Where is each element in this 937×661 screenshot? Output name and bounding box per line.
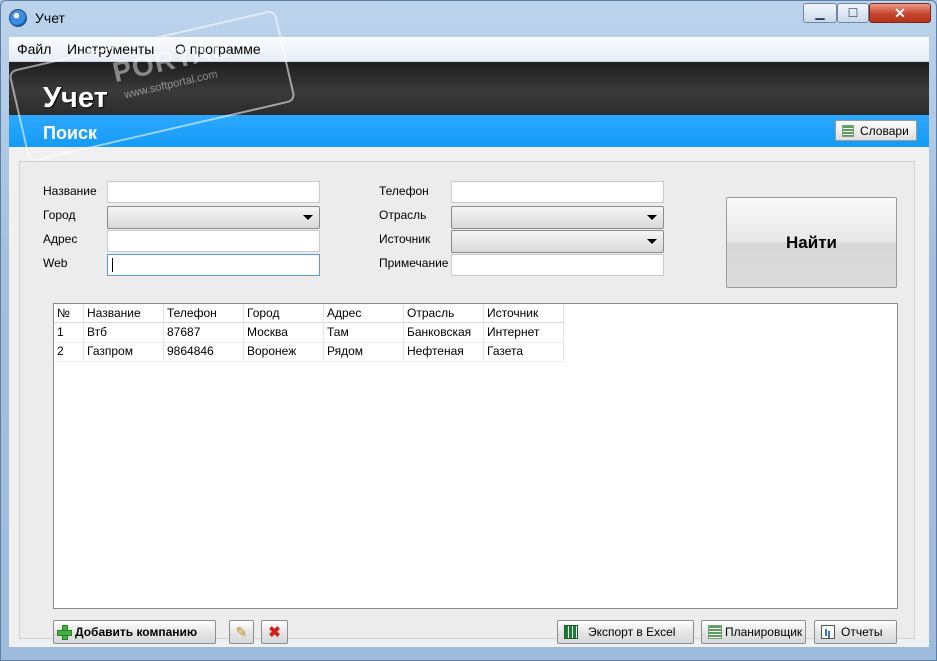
find-button[interactable]: Найти [726, 197, 897, 288]
section-title: Поиск [43, 123, 98, 143]
table-cell: Рядом [324, 342, 404, 360]
table-cell: Газпром [84, 342, 164, 360]
table-cell: Втб [84, 323, 164, 341]
column-header[interactable]: Название [84, 304, 164, 322]
address-label: Адрес [43, 232, 78, 246]
chevron-down-icon [303, 215, 313, 220]
address-input[interactable] [107, 230, 320, 252]
column-header[interactable]: Город [244, 304, 324, 322]
window-title: Учет [35, 10, 65, 26]
dictionaries-button[interactable]: Словари [835, 120, 917, 141]
menu-bar: Файл Инструменты О программе [9, 37, 929, 62]
minimize-button[interactable]: ▁ [803, 3, 837, 23]
web-input[interactable] [107, 254, 320, 276]
table-cell: 1 [54, 323, 84, 341]
column-header[interactable]: Телефон [164, 304, 244, 322]
city-select[interactable] [107, 206, 320, 229]
maximize-button[interactable]: ☐ [837, 3, 869, 23]
header-title: Учет [43, 82, 108, 114]
reports-label: Отчеты [841, 625, 883, 639]
column-header[interactable]: Источник [484, 304, 564, 322]
table-row[interactable]: 1 Втб 87687 Москва Там Банковская Интерн… [54, 323, 564, 343]
add-company-button[interactable]: Добавить компанию [53, 620, 216, 644]
close-icon: ✕ [894, 4, 906, 21]
phone-input[interactable] [451, 181, 664, 203]
column-header[interactable]: № [54, 304, 84, 322]
table-cell: Интернет [484, 323, 564, 341]
text-caret [112, 258, 113, 272]
table-cell: 87687 [164, 323, 244, 341]
scheduler-label: Планировщик [725, 625, 803, 639]
export-excel-button[interactable]: Экспорт в Excel [557, 620, 694, 644]
app-window: Учет ▁ ☐ ✕ Файл Инструменты О программе … [0, 0, 937, 661]
table-cell: Воронеж [244, 342, 324, 360]
reports-button[interactable]: Отчеты [814, 620, 897, 644]
name-label: Название [43, 184, 97, 198]
source-label: Источник [379, 232, 431, 246]
delete-icon: ✖ [268, 624, 281, 641]
note-label: Примечание [379, 256, 449, 270]
dictionary-icon [842, 124, 854, 137]
table-cell: Москва [244, 323, 324, 341]
maximize-icon: ☐ [847, 6, 859, 20]
close-button[interactable]: ✕ [869, 3, 931, 23]
title-bar[interactable]: Учет ▁ ☐ ✕ [1, 1, 936, 35]
table-cell: Газета [484, 342, 564, 360]
chevron-down-icon [647, 239, 657, 244]
table-cell: 9864846 [164, 342, 244, 360]
app-icon [9, 9, 27, 27]
column-header[interactable]: Адрес [324, 304, 404, 322]
city-label: Город [43, 208, 76, 222]
add-company-label: Добавить компанию [75, 625, 198, 639]
pencil-icon: ✎ [235, 623, 248, 640]
main-content: Название Город Адрес Web Телефон Отрасль [9, 147, 929, 647]
table-header: № Название Телефон Город Адрес Отрасль И… [54, 304, 564, 323]
menu-item-file[interactable]: Файл [17, 41, 51, 57]
phone-label: Телефон [379, 184, 429, 198]
results-table[interactable]: № Название Телефон Город Адрес Отрасль И… [53, 303, 898, 609]
export-excel-label: Экспорт в Excel [588, 625, 676, 639]
chevron-down-icon [647, 215, 657, 220]
table-cell: Там [324, 323, 404, 341]
table-row[interactable]: 2 Газпром 9864846 Воронеж Рядом Нефтеная… [54, 342, 564, 362]
source-select[interactable] [451, 230, 664, 253]
excel-icon [564, 625, 578, 639]
reports-icon [821, 625, 835, 639]
table-cell: Нефтеная [404, 342, 484, 360]
table-cell: 2 [54, 342, 84, 360]
note-input[interactable] [451, 254, 664, 276]
scheduler-icon [708, 625, 722, 639]
delete-button[interactable]: ✖ [261, 620, 288, 644]
scheduler-button[interactable]: Планировщик [701, 620, 806, 644]
minimize-icon: ▁ [815, 6, 825, 20]
column-header[interactable]: Отрасль [404, 304, 484, 322]
table-cell: Банковская [404, 323, 484, 341]
plus-icon [57, 624, 72, 640]
name-input[interactable] [107, 181, 320, 203]
section-header: Поиск Словари [9, 115, 929, 147]
web-label: Web [43, 256, 68, 270]
edit-button[interactable]: ✎ [229, 620, 254, 644]
industry-select[interactable] [451, 206, 664, 229]
search-panel: Название Город Адрес Web Телефон Отрасль [19, 161, 915, 644]
app-header: Учет [9, 62, 929, 115]
dictionaries-label: Словари [860, 123, 909, 138]
menu-item-about[interactable]: О программе [175, 41, 261, 57]
industry-label: Отрасль [379, 208, 427, 222]
menu-item-tools[interactable]: Инструменты [67, 41, 154, 57]
